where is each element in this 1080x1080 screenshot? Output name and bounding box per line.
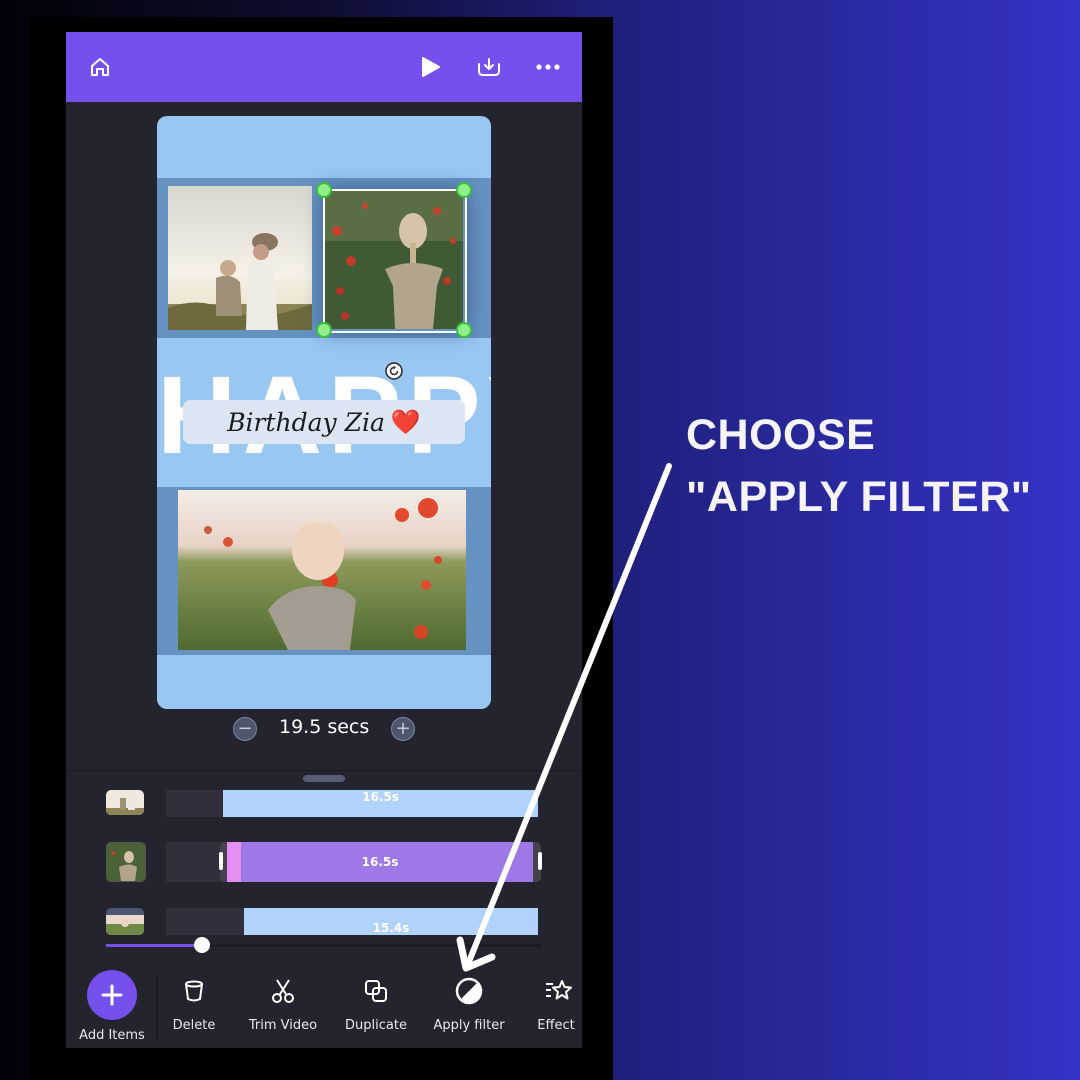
duplicate-icon [365,980,387,1002]
effect-button[interactable]: Effect [534,962,582,1048]
mother-and-baby-image [168,186,312,330]
trim-handle-right[interactable] [538,852,542,870]
track-2-thumbnail[interactable] [106,842,146,882]
annotation-line-2: "APPLY FILTER" [686,473,1032,521]
add-items-label: Add Items [79,1028,145,1043]
top-bar [66,32,582,102]
filter-icon [455,977,483,1005]
toddler-in-poppy-field-photo[interactable] [178,490,466,650]
delete-button[interactable]: Delete [166,962,222,1048]
timeline-scrubber[interactable] [106,937,542,953]
heart-emoji: ❤️ [390,408,421,436]
timeline-track-3: 15.4s [66,908,582,938]
scrubber-knob[interactable] [193,937,210,953]
trash-icon [185,980,203,1002]
trim-video-button[interactable]: Trim Video [246,962,320,1048]
track-3-thumbnail[interactable] [106,908,144,935]
more-options-button[interactable] [535,54,561,80]
track-1-duration: 16.5s [362,790,399,804]
instruction-annotation: CHOOSE "APPLY FILTER" [686,404,1032,528]
track-2-duration: 16.5s [361,855,399,869]
trim-handle-left[interactable] [219,852,223,870]
track-1-clip[interactable]: 16.5s [223,790,538,817]
increase-duration-button[interactable]: + [391,717,415,741]
add-items-button[interactable] [87,970,137,1020]
track-2-clip-selected[interactable]: 16.5s [227,842,533,882]
apply-filter-label: Apply filter [433,1018,505,1033]
delete-label: Delete [172,1018,216,1033]
track-2-transition-marker [227,842,241,882]
decrease-duration-button[interactable]: − [233,717,257,741]
selection-frame [323,189,467,333]
more-options-icon [536,64,560,70]
resize-handle-top-left[interactable] [316,182,332,198]
caption-box[interactable]: Birthday Zia ❤️ [183,400,465,444]
rotate-icon [385,362,403,380]
effect-label: Effect [537,1018,575,1033]
home-icon [91,58,109,76]
play-button[interactable] [417,54,443,80]
plus-icon: + [395,718,411,739]
caption-text: Birthday Zia [227,407,385,437]
download-button[interactable] [476,54,502,80]
bottom-toolbar: Add Items Delete Trim Video Duplicate Ap… [66,962,582,1048]
plus-icon [101,984,123,1006]
annotation-line-1: CHOOSE [686,411,876,459]
timeline-track-1: 16.5s [66,787,582,817]
trim-video-label: Trim Video [248,1018,318,1033]
timeline-drag-handle[interactable] [303,775,345,782]
minus-icon: − [237,718,253,739]
track-3-duration: 15.4s [372,921,410,935]
home-button[interactable] [87,54,113,80]
resize-handle-bottom-right[interactable] [456,322,472,338]
resize-handle-top-right[interactable] [456,182,472,198]
download-icon [478,58,500,76]
panel-divider [66,770,582,771]
resize-handle-bottom-left[interactable] [316,322,332,338]
mother-and-baby-photo[interactable] [168,186,312,330]
effect-star-icon [546,980,572,1000]
video-editor-app: HAPPY Birthday Zia ❤️ [66,32,582,1048]
scrubber-progress [106,944,202,947]
toddler-in-poppy-field-image [178,490,466,650]
play-icon [422,57,440,77]
scissors-icon [272,979,294,1003]
apply-filter-button[interactable]: Apply filter [432,962,506,1048]
rotate-handle[interactable] [385,362,403,380]
design-canvas[interactable]: HAPPY Birthday Zia ❤️ [157,116,491,709]
toolbar-separator [156,976,158,1040]
duration-control: − 19.5 secs + [66,714,582,744]
track-3-clip[interactable]: 15.4s [244,908,538,935]
timeline-track-2: 16.5s [66,842,582,884]
duplicate-label: Duplicate [345,1018,407,1033]
track-1-thumbnail[interactable] [106,790,144,815]
duplicate-button[interactable]: Duplicate [342,962,410,1048]
